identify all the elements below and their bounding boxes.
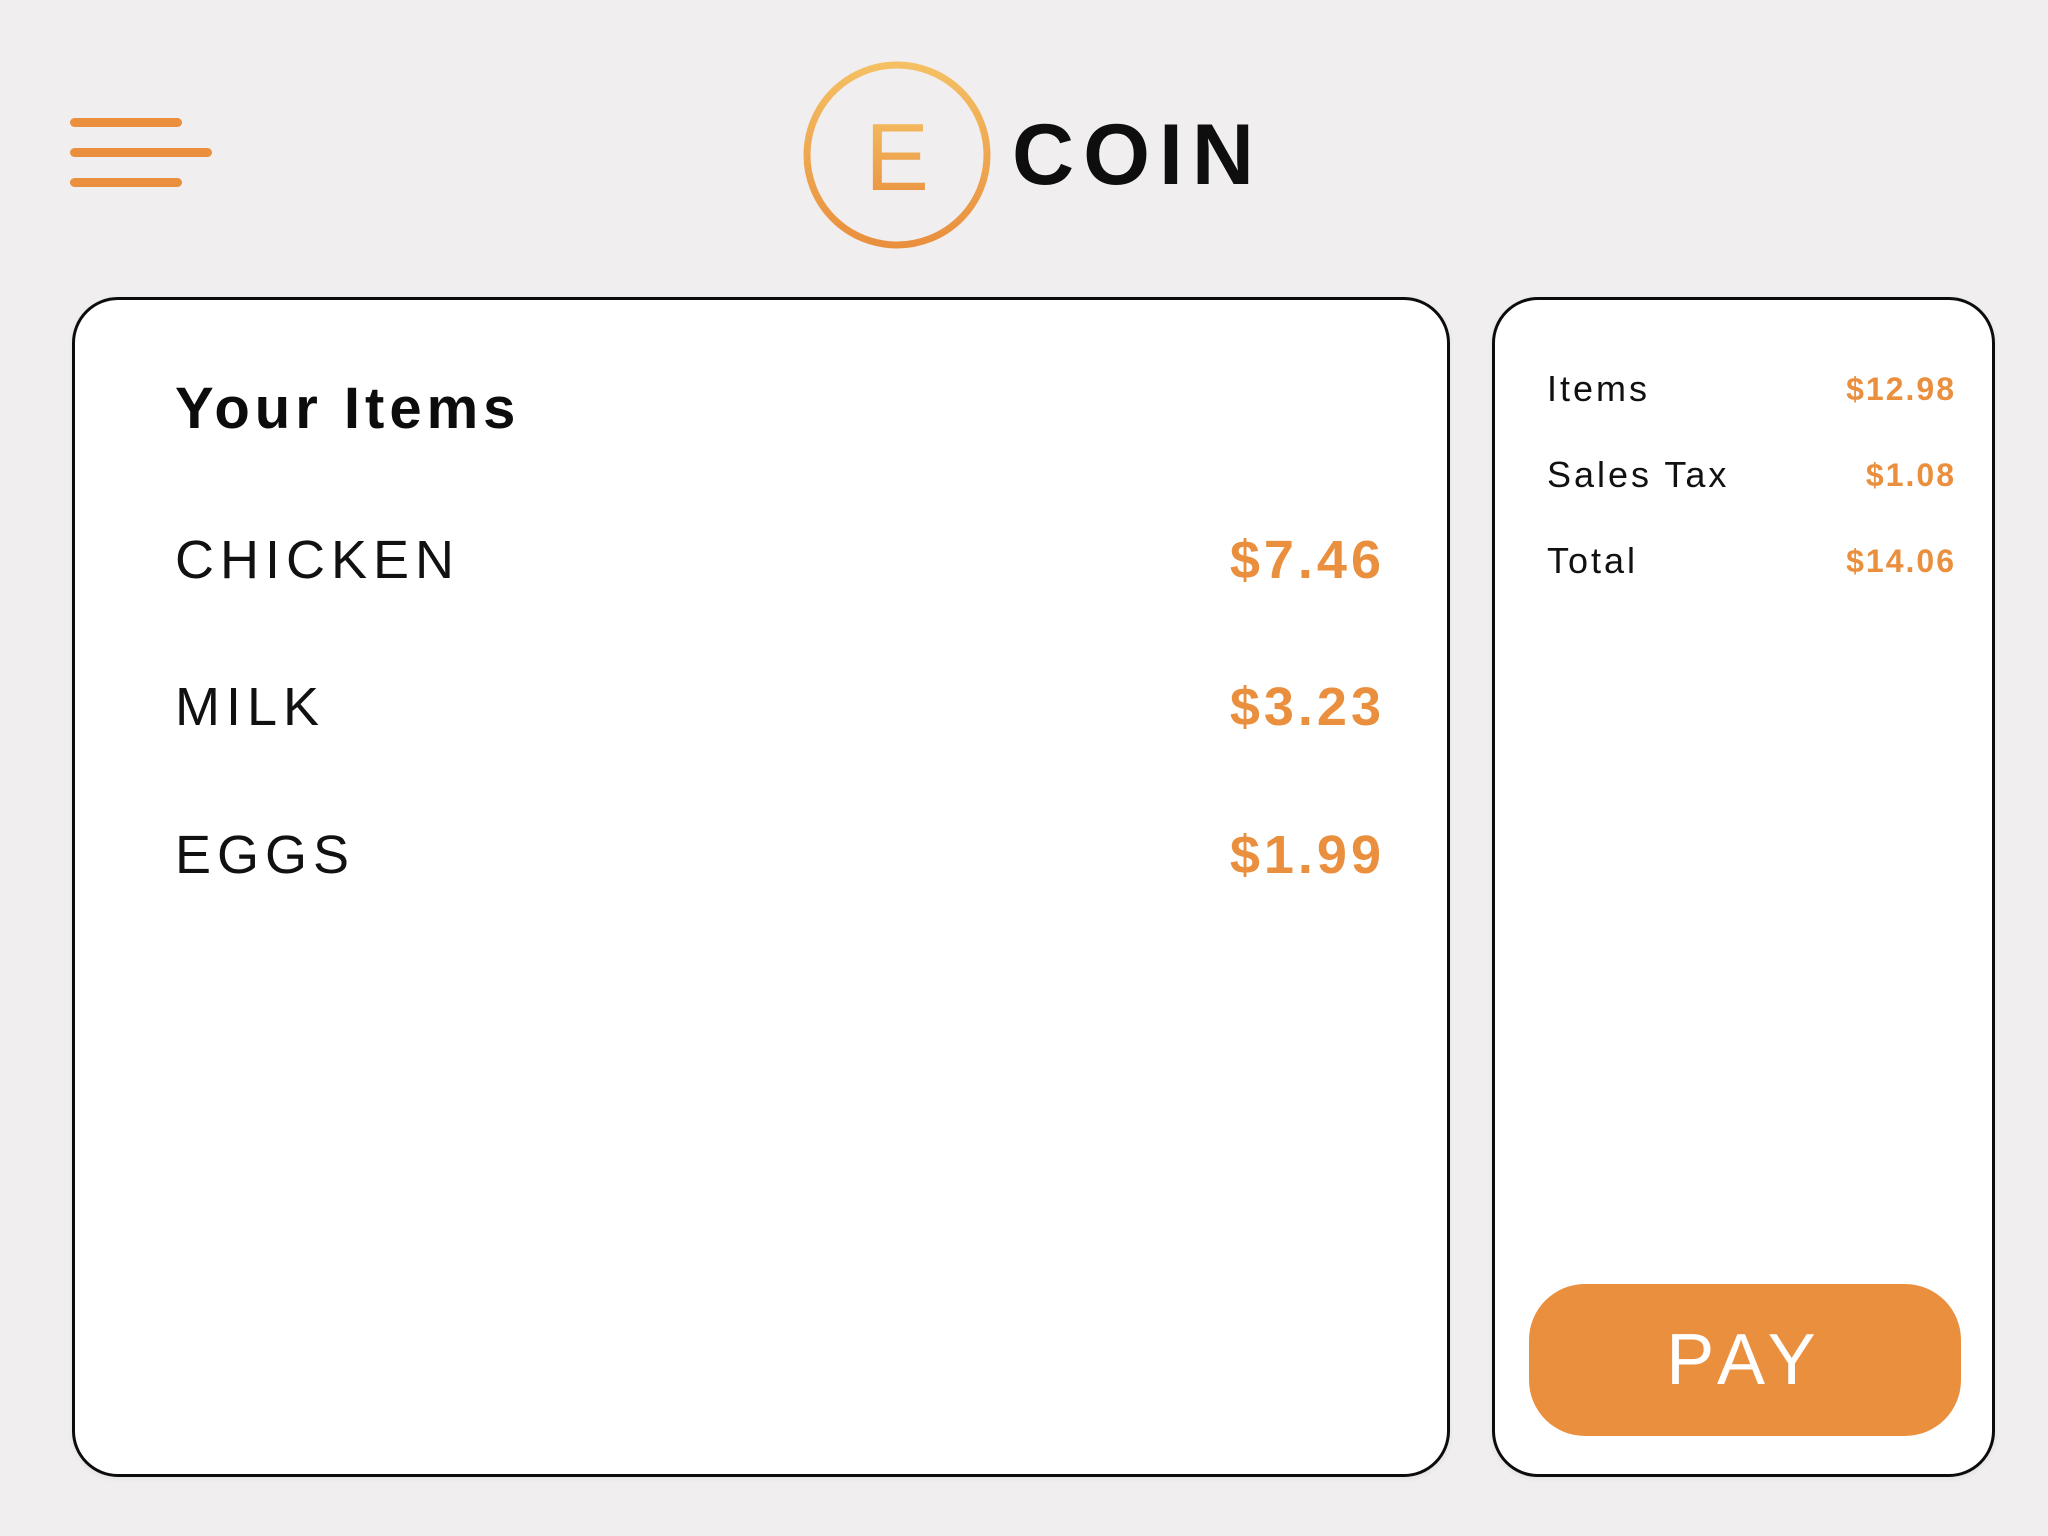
item-name: EGGS xyxy=(175,825,356,885)
items-panel: Your Items CHICKEN $7.46 MILK $3.23 EGGS… xyxy=(72,297,1450,1477)
pay-button[interactable]: PAY xyxy=(1529,1284,1961,1436)
item-row[interactable]: EGGS $1.99 xyxy=(175,820,1385,890)
summary-label: Total xyxy=(1547,540,1639,581)
summary-label: Sales Tax xyxy=(1547,454,1730,495)
logo-mark-letter: E xyxy=(865,104,929,211)
item-price: $1.99 xyxy=(1229,825,1385,885)
summary-value: $14.06 xyxy=(1846,542,1956,579)
menu-bar xyxy=(70,148,212,157)
item-name: MILK xyxy=(175,677,326,737)
items-panel-title: Your Items xyxy=(175,376,521,441)
menu-bar xyxy=(70,178,182,187)
logo-text: COIN xyxy=(1012,107,1263,203)
item-price: $3.23 xyxy=(1229,677,1385,737)
item-name: CHICKEN xyxy=(175,530,461,590)
item-row[interactable]: CHICKEN $7.46 xyxy=(175,525,1385,595)
ecoin-logo: E COIN xyxy=(802,60,1263,250)
summary-panel: Items $12.98 Sales Tax $1.08 Total $14.0… xyxy=(1492,297,1995,1477)
summary-row-items: Items $12.98 xyxy=(1547,364,1956,414)
summary-value: $1.08 xyxy=(1865,456,1956,493)
item-price: $7.46 xyxy=(1229,530,1385,590)
summary-row-total: Total $14.06 xyxy=(1547,536,1956,586)
summary-row-sales-tax: Sales Tax $1.08 xyxy=(1547,450,1956,500)
item-row[interactable]: MILK $3.23 xyxy=(175,672,1385,742)
hamburger-menu-icon[interactable] xyxy=(70,116,215,192)
menu-bar xyxy=(70,118,182,127)
summary-label: Items xyxy=(1547,368,1651,409)
summary-value: $12.98 xyxy=(1846,370,1956,407)
coin-logo-icon: E xyxy=(803,61,991,249)
